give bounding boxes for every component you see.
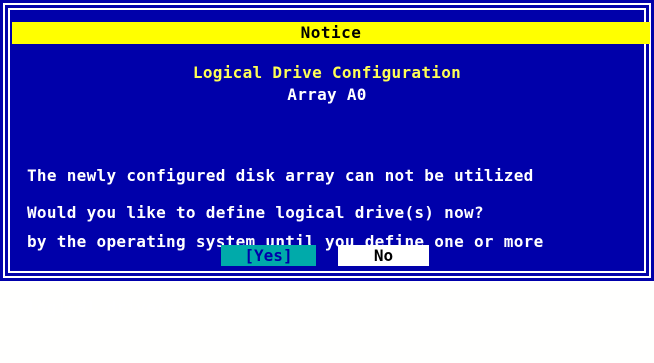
dialog-message: The newly configured disk array can not … xyxy=(27,121,642,363)
dialog-question: Would you like to define logical drive(s… xyxy=(27,203,484,222)
message-line: logical drive(s). xyxy=(27,298,196,317)
dialog-title: Notice xyxy=(12,22,650,44)
notice-dialog: Notice Logical Drive Configuration Array… xyxy=(0,0,654,317)
message-line: The newly configured disk array can not … xyxy=(27,166,534,185)
dialog-heading: Logical Drive Configuration xyxy=(192,63,462,82)
dialog-subheading: Array A0 xyxy=(287,85,367,104)
message-line: by the operating system until you define… xyxy=(27,232,544,251)
no-button[interactable]: No xyxy=(338,245,429,266)
yes-button[interactable]: [Yes] xyxy=(221,245,316,266)
